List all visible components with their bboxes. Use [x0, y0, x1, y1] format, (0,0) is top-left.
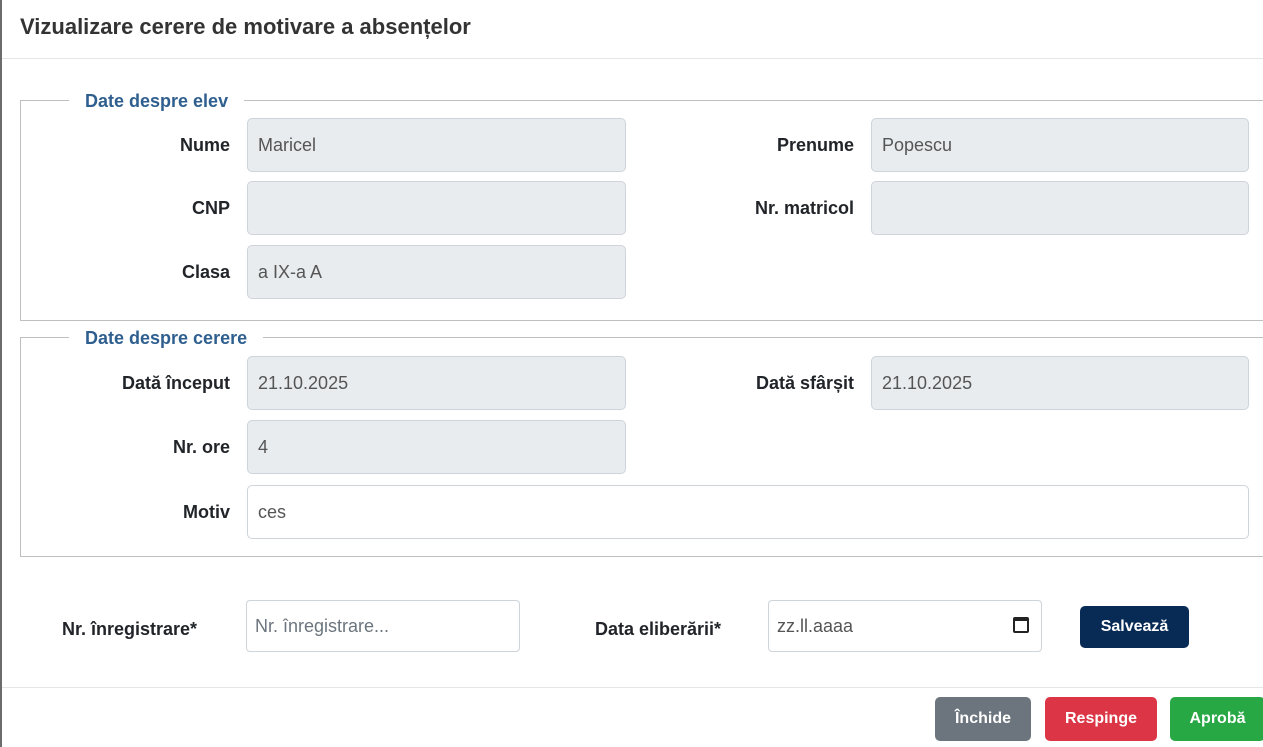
matricol-label: Nr. matricol	[754, 198, 854, 218]
footer-divider	[2, 687, 1263, 688]
student-data-legend: Date despre elev	[69, 90, 245, 112]
nr-ore-field: 4	[247, 420, 626, 474]
data-inceput-label: Dată început	[121, 373, 230, 393]
absence-request-modal: Vizualizare cerere de motivare a absențe…	[0, 0, 1263, 747]
cnp-label: CNP	[191, 198, 230, 218]
data-eliberarii-input[interactable]: zz.ll.aaaa	[768, 600, 1042, 652]
close-button[interactable]: Închide	[935, 697, 1031, 741]
nr-inregistrare-label: Nr. înregistrare*	[62, 619, 198, 639]
clasa-label: Clasa	[181, 262, 230, 282]
header-divider	[2, 58, 1263, 59]
motiv-field[interactable]: ces	[247, 485, 1249, 539]
student-data-fieldset: Date despre elev Nume Maricel Prenume Po…	[20, 90, 1263, 321]
data-eliberarii-label: Data eliberării*	[595, 619, 722, 639]
data-eliberarii-placeholder: zz.ll.aaaa	[777, 616, 854, 636]
matricol-field	[871, 181, 1249, 235]
request-data-legend: Date despre cerere	[69, 327, 264, 349]
nr-ore-label: Nr. ore	[172, 437, 230, 457]
cnp-field	[247, 181, 626, 235]
nume-label: Nume	[179, 135, 230, 155]
approve-button[interactable]: Aprobă	[1170, 697, 1263, 741]
calendar-icon[interactable]	[1013, 617, 1029, 633]
nume-field: Maricel	[247, 118, 626, 172]
data-inceput-field: 21.10.2025	[247, 356, 626, 410]
reject-button[interactable]: Respinge	[1045, 697, 1157, 741]
prenume-label: Prenume	[776, 135, 854, 155]
save-button[interactable]: Salvează	[1080, 606, 1189, 648]
request-data-fieldset: Date despre cerere Dată început 21.10.20…	[20, 327, 1263, 557]
motiv-label: Motiv	[183, 502, 230, 522]
nr-inregistrare-input[interactable]	[246, 600, 520, 652]
clasa-field: a IX-a A	[247, 245, 626, 299]
prenume-field: Popescu	[871, 118, 1249, 172]
modal-title: Vizualizare cerere de motivare a absențe…	[20, 14, 471, 39]
data-sfarsit-label: Dată sfârșit	[755, 373, 854, 393]
data-sfarsit-field: 21.10.2025	[871, 356, 1249, 410]
